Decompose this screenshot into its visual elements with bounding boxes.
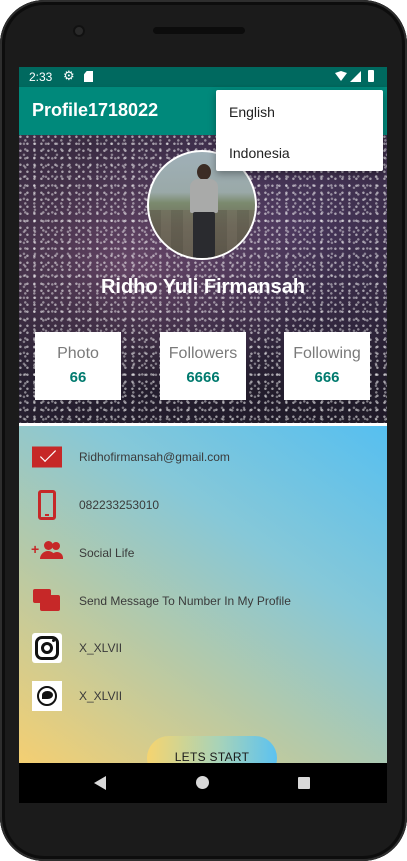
gear-icon: ⚙ — [63, 68, 75, 83]
info-row-message[interactable]: Send Message To Number In My Profile — [19, 582, 387, 622]
phone-frame: 2:33 ⚙ Profile1718022 Ridho Yuli Firmans… — [0, 0, 407, 861]
earpiece-speaker — [153, 27, 245, 34]
stat-label: Photo — [57, 345, 99, 362]
info-panel: Ridhofirmansah@gmail.com 082233253010 + … — [19, 426, 387, 763]
info-row-email[interactable]: Ridhofirmansah@gmail.com — [19, 438, 387, 478]
social-text: Social Life — [79, 546, 135, 560]
email-text: Ridhofirmansah@gmail.com — [79, 450, 230, 464]
stat-label: Following — [293, 345, 361, 362]
recents-icon[interactable] — [298, 777, 310, 789]
navigation-bar — [19, 763, 387, 803]
stat-label: Followers — [168, 345, 238, 362]
message-text: Send Message To Number In My Profile — [79, 594, 291, 608]
smartphone-icon — [38, 490, 56, 520]
app-title: Profile1718022 — [32, 100, 159, 120]
stat-photo[interactable]: Photo 66 — [35, 332, 121, 400]
front-camera — [73, 25, 85, 37]
stat-value: 666 — [314, 369, 340, 386]
stat-following[interactable]: Following 666 — [284, 332, 370, 400]
battery-icon — [368, 70, 374, 82]
instagram-text: X_XLVII — [79, 641, 123, 655]
back-icon[interactable] — [94, 776, 106, 790]
stat-value: 66 — [69, 369, 87, 386]
info-row-instagram[interactable]: X_XLVII — [19, 629, 387, 669]
stat-value: 6666 — [186, 369, 220, 386]
info-row-social[interactable]: + Social Life — [19, 534, 387, 574]
avatar-head — [197, 164, 211, 180]
home-icon[interactable] — [196, 776, 209, 789]
signal-icon — [350, 71, 361, 82]
info-row-twitter[interactable]: X_XLVII — [19, 677, 387, 717]
info-row-phone[interactable]: 082233253010 — [19, 486, 387, 526]
twitter-icon — [32, 681, 62, 711]
screen: 2:33 ⚙ Profile1718022 Ridho Yuli Firmans… — [19, 67, 387, 763]
profile-header: Ridho Yuli Firmansah Photo 66 Followers … — [19, 135, 387, 425]
avatar-legs — [193, 212, 215, 258]
group-add-icon: + — [31, 538, 63, 568]
phone-text: 082233253010 — [79, 498, 160, 512]
wifi-icon — [335, 71, 347, 81]
avatar-body — [190, 179, 218, 213]
chat-icon — [32, 586, 62, 616]
menu-item-indonesia[interactable]: Indonesia — [229, 145, 290, 161]
mail-icon — [32, 446, 62, 468]
status-bar: 2:33 ⚙ — [19, 67, 387, 87]
language-menu: English Indonesia — [216, 90, 383, 171]
status-time: 2:33 — [29, 70, 53, 84]
lets-start-button[interactable]: LETS START — [147, 736, 277, 763]
stat-followers[interactable]: Followers 6666 — [160, 332, 246, 400]
profile-name: Ridho Yuli Firmansah — [100, 276, 306, 298]
sd-card-icon — [84, 71, 93, 82]
twitter-text: X_XLVII — [79, 689, 123, 703]
menu-item-english[interactable]: English — [229, 104, 275, 120]
instagram-icon — [32, 633, 62, 663]
